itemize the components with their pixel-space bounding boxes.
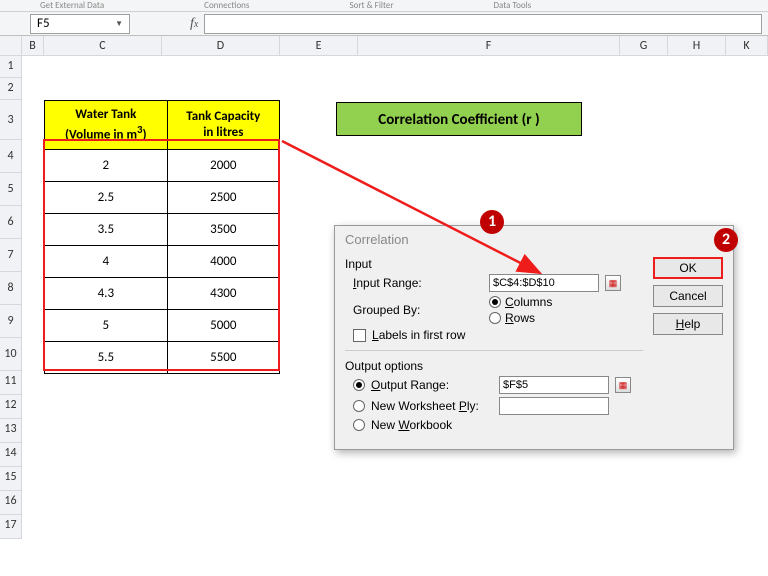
col-header[interactable]: G xyxy=(620,36,668,56)
new-workbook-label: New Workbook xyxy=(371,418,501,432)
table-header-capacity: Tank Capacityin litres xyxy=(167,101,279,150)
help-button[interactable]: Help xyxy=(653,313,723,335)
labels-first-row-checkbox[interactable] xyxy=(353,329,366,342)
table-row: 5.55500 xyxy=(45,341,280,373)
row-header[interactable]: 3 xyxy=(0,100,22,140)
row-header[interactable]: 12 xyxy=(0,395,22,419)
row-header[interactable]: 6 xyxy=(0,206,22,239)
name-box-value: F5 xyxy=(37,16,50,31)
row-header[interactable]: 10 xyxy=(0,338,22,371)
table-row: 44000 xyxy=(45,245,280,277)
labels-first-row-label: Labels in first row xyxy=(372,328,465,342)
table-row: 55000 xyxy=(45,309,280,341)
row-header[interactable]: 5 xyxy=(0,173,22,206)
col-header[interactable]: H xyxy=(668,36,726,56)
new-worksheet-field[interactable] xyxy=(499,397,609,415)
row-header[interactable]: 1 xyxy=(0,56,22,78)
col-header[interactable]: E xyxy=(280,36,358,56)
radio-rows-label: Rows xyxy=(505,311,535,325)
input-section-label: Input xyxy=(345,257,643,271)
radio-new-worksheet[interactable] xyxy=(353,400,365,412)
row-header[interactable]: 14 xyxy=(0,443,22,467)
grouped-by-label: Grouped By: xyxy=(353,303,483,317)
radio-output-range[interactable] xyxy=(353,379,365,391)
col-header[interactable]: K xyxy=(726,36,768,56)
radio-new-workbook[interactable] xyxy=(353,419,365,431)
title-box: Correlation Coefficient (r ) xyxy=(336,102,582,136)
table-header-volume: Water Tank (Volume in m3) xyxy=(45,101,168,150)
cancel-button[interactable]: Cancel xyxy=(653,285,723,307)
data-table: Water Tank (Volume in m3) Tank Capacityi… xyxy=(44,100,280,374)
formula-bar-row: F5 ▼ fx xyxy=(0,12,768,36)
radio-columns-label: Columns xyxy=(505,295,552,309)
ok-button[interactable]: OK xyxy=(653,257,723,279)
row-header[interactable]: 7 xyxy=(0,239,22,272)
formula-bar[interactable] xyxy=(204,14,762,34)
radio-rows[interactable] xyxy=(489,312,501,324)
table-row: 3.53500 xyxy=(45,213,280,245)
dialog-title: Correlation xyxy=(335,226,733,251)
correlation-dialog: Correlation Input Input Range: ▦ Grouped… xyxy=(334,225,734,450)
row-header[interactable]: 8 xyxy=(0,272,22,305)
table-row: 22000 xyxy=(45,149,280,181)
radio-columns[interactable] xyxy=(489,296,501,308)
col-header[interactable]: F xyxy=(358,36,620,56)
row-header[interactable]: 17 xyxy=(0,515,22,539)
output-range-label: Output Range: xyxy=(371,378,493,392)
range-picker-icon[interactable]: ▦ xyxy=(615,377,631,393)
row-header[interactable]: 13 xyxy=(0,419,22,443)
spreadsheet-grid[interactable]: B C D E F G H K xyxy=(0,36,768,56)
row-header[interactable]: 11 xyxy=(0,371,22,395)
name-box[interactable]: F5 ▼ xyxy=(30,14,130,34)
row-header[interactable]: 16 xyxy=(0,491,22,515)
input-range-field[interactable] xyxy=(489,274,599,292)
row-header[interactable]: 9 xyxy=(0,305,22,338)
row-header[interactable]: 4 xyxy=(0,140,22,173)
name-box-dropdown-icon[interactable]: ▼ xyxy=(115,19,123,29)
table-row: 4.34300 xyxy=(45,277,280,309)
callout-1: 1 xyxy=(480,210,504,234)
col-header[interactable]: D xyxy=(162,36,280,56)
col-header[interactable]: C xyxy=(44,36,162,56)
output-range-field[interactable] xyxy=(499,376,609,394)
fx-icon[interactable]: fx xyxy=(190,16,198,32)
input-range-label: Input Range: xyxy=(353,276,483,290)
table-row: 2.52500 xyxy=(45,181,280,213)
new-worksheet-label: New Worksheet Ply: xyxy=(371,399,493,413)
output-section-label: Output options xyxy=(345,359,643,373)
ribbon-group-labels: Get External Data Connections Sort & Fil… xyxy=(0,0,768,12)
row-header[interactable]: 15 xyxy=(0,467,22,491)
callout-2: 2 xyxy=(714,228,738,252)
row-header[interactable]: 2 xyxy=(0,78,22,100)
col-header[interactable]: B xyxy=(22,36,44,56)
range-picker-icon[interactable]: ▦ xyxy=(605,275,621,291)
